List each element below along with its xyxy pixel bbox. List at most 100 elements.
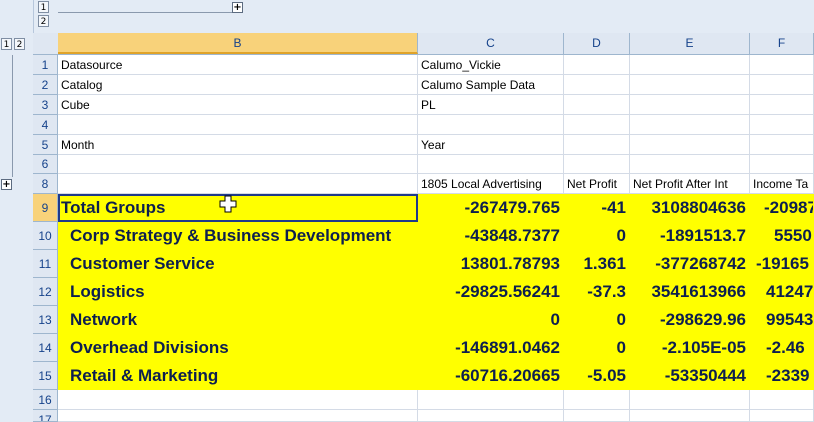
row-header-3[interactable]: 3: [33, 95, 58, 115]
cell-e6[interactable]: [630, 155, 750, 174]
cell-e15[interactable]: -53350444: [630, 362, 750, 390]
column-outline-level-2-button[interactable]: 2: [38, 15, 49, 27]
cell-b6[interactable]: [58, 155, 418, 174]
cell-b12[interactable]: Logistics: [58, 278, 418, 306]
cell-d1[interactable]: [564, 55, 630, 75]
row-header-1[interactable]: 1: [33, 55, 58, 75]
cell-f5[interactable]: [750, 135, 814, 155]
cell-e13[interactable]: -298629.96: [630, 306, 750, 334]
cell-b14[interactable]: Overhead Divisions: [58, 334, 418, 362]
cell-c13[interactable]: 0: [418, 306, 564, 334]
cell-f9[interactable]: -20987: [750, 194, 814, 222]
cell-f6[interactable]: [750, 155, 814, 174]
cell-b10[interactable]: Corp Strategy & Business Development: [58, 222, 418, 250]
cell-f15[interactable]: -2339: [750, 362, 814, 390]
cell-e1[interactable]: [630, 55, 750, 75]
column-expand-button[interactable]: +: [232, 2, 243, 13]
cell-b15[interactable]: Retail & Marketing: [58, 362, 418, 390]
cell-d2[interactable]: [564, 75, 630, 95]
row-header-9[interactable]: 9: [33, 194, 58, 222]
cell-c5[interactable]: Year: [418, 135, 564, 155]
cell-e17[interactable]: [630, 410, 750, 422]
cell-e10[interactable]: -1891513.7: [630, 222, 750, 250]
cell-e12[interactable]: 3541613966: [630, 278, 750, 306]
cell-c14[interactable]: -146891.0462: [418, 334, 564, 362]
cell-f13[interactable]: 99543: [750, 306, 814, 334]
cell-f14[interactable]: -2.46: [750, 334, 814, 362]
row-outline-level-1-button[interactable]: 1: [1, 38, 12, 50]
cell-f3[interactable]: [750, 95, 814, 115]
cell-b4[interactable]: [58, 115, 418, 135]
cell-e4[interactable]: [630, 115, 750, 135]
row-header-6[interactable]: 6: [33, 155, 58, 174]
cell-c9[interactable]: -267479.765: [418, 194, 564, 222]
cell-d8[interactable]: Net Profit: [564, 174, 630, 194]
cell-d15[interactable]: -5.05: [564, 362, 630, 390]
cell-d10[interactable]: 0: [564, 222, 630, 250]
cell-c2[interactable]: Calumo Sample Data: [418, 75, 564, 95]
cell-c17[interactable]: [418, 410, 564, 422]
cell-f16[interactable]: [750, 390, 814, 410]
cell-d17[interactable]: [564, 410, 630, 422]
cell-c16[interactable]: [418, 390, 564, 410]
cell-b16[interactable]: [58, 390, 418, 410]
cell-c3[interactable]: PL: [418, 95, 564, 115]
column-outline-level-1-button[interactable]: 1: [38, 1, 49, 13]
cell-d14[interactable]: 0: [564, 334, 630, 362]
cell-d9[interactable]: -41: [564, 194, 630, 222]
cell-c11[interactable]: 13801.78793: [418, 250, 564, 278]
cell-b2[interactable]: Catalog: [58, 75, 418, 95]
cell-b9-total-groups[interactable]: Total Groups: [58, 194, 418, 222]
row-header-15[interactable]: 15: [33, 362, 58, 390]
column-header-e[interactable]: E: [630, 33, 750, 54]
cell-d3[interactable]: [564, 95, 630, 115]
column-header-f[interactable]: F: [750, 33, 814, 54]
cell-b11[interactable]: Customer Service: [58, 250, 418, 278]
row-header-14[interactable]: 14: [33, 334, 58, 362]
cell-b17[interactable]: [58, 410, 418, 422]
cell-d4[interactable]: [564, 115, 630, 135]
row-header-11[interactable]: 11: [33, 250, 58, 278]
cell-c1[interactable]: Calumo_Vickie: [418, 55, 564, 75]
cell-b8[interactable]: [58, 174, 418, 194]
cell-e3[interactable]: [630, 95, 750, 115]
cell-f2[interactable]: [750, 75, 814, 95]
row-header-13[interactable]: 13: [33, 306, 58, 334]
cell-d16[interactable]: [564, 390, 630, 410]
cell-d5[interactable]: [564, 135, 630, 155]
cell-f17[interactable]: [750, 410, 814, 422]
cell-c8[interactable]: 1805 Local Advertising: [418, 174, 564, 194]
column-header-d[interactable]: D: [564, 33, 630, 54]
cell-b3[interactable]: Cube: [58, 95, 418, 115]
cell-c15[interactable]: -60716.20665: [418, 362, 564, 390]
row-expand-button[interactable]: +: [1, 179, 12, 190]
cell-f4[interactable]: [750, 115, 814, 135]
row-header-5[interactable]: 5: [33, 135, 58, 155]
cell-b1[interactable]: Datasource: [58, 55, 418, 75]
cell-d12[interactable]: -37.3: [564, 278, 630, 306]
cell-f10[interactable]: 5550.: [750, 222, 814, 250]
cell-c12[interactable]: -29825.56241: [418, 278, 564, 306]
cell-f1[interactable]: [750, 55, 814, 75]
cell-c10[interactable]: -43848.7377: [418, 222, 564, 250]
cell-e9[interactable]: 3108804636: [630, 194, 750, 222]
column-header-c[interactable]: C: [418, 33, 564, 54]
row-header-16[interactable]: 16: [33, 390, 58, 410]
cell-e2[interactable]: [630, 75, 750, 95]
row-header-2[interactable]: 2: [33, 75, 58, 95]
row-header-8[interactable]: 8: [33, 174, 58, 194]
cell-b13[interactable]: Network: [58, 306, 418, 334]
cell-f11[interactable]: -19165: [750, 250, 814, 278]
select-all-corner[interactable]: [33, 33, 59, 54]
cell-e11[interactable]: -377268742: [630, 250, 750, 278]
row-header-10[interactable]: 10: [33, 222, 58, 250]
cell-d13[interactable]: 0: [564, 306, 630, 334]
row-header-4[interactable]: 4: [33, 115, 58, 135]
cell-c6[interactable]: [418, 155, 564, 174]
cell-f12[interactable]: 41247: [750, 278, 814, 306]
cell-b5[interactable]: Month: [58, 135, 418, 155]
cell-f8[interactable]: Income Ta: [750, 174, 814, 194]
cell-d6[interactable]: [564, 155, 630, 174]
cell-c4[interactable]: [418, 115, 564, 135]
cell-e14[interactable]: -2.105E-05: [630, 334, 750, 362]
